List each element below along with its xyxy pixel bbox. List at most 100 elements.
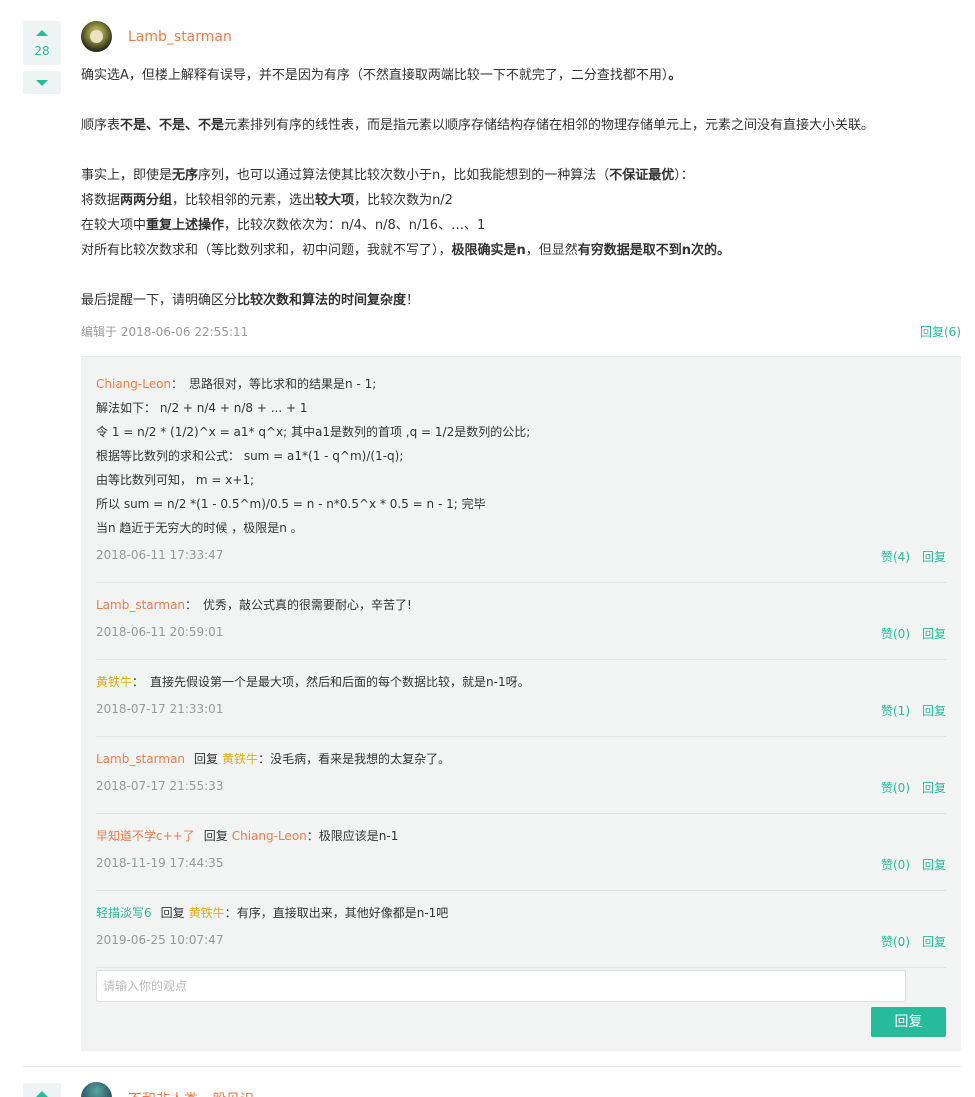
body-text: 将数据 (81, 193, 121, 208)
reply-input[interactable] (96, 970, 906, 1002)
body-text: 在较大项中 (81, 218, 147, 233)
answer-paragraph: 顺序表不是、不是、不是元素排列有序的线性表，而是指元素以顺序存储结构存储在相邻的… (81, 113, 961, 138)
reply-button[interactable]: 回复 (922, 779, 946, 796)
avatar[interactable] (81, 21, 112, 52)
reply-footer: 2018-06-11 17:33:47 赞(4) 回复 (96, 548, 946, 568)
like-button[interactable]: 赞(0) (881, 856, 910, 873)
answer-paragraph: 最后提醒一下，请明确区分比较次数和算法的时间复杂度！ (81, 288, 961, 313)
reply-username[interactable]: 早知道不学c++了 (96, 829, 195, 843)
body-text: 对所有比较次数求和（等比数列求和，初中问题，我就不写了）， (81, 243, 452, 258)
reply-footer: 2018-06-11 20:59:01 赞(0) 回复 (96, 625, 946, 645)
upvote-arrow-icon[interactable] (36, 1091, 48, 1097)
next-avatar[interactable] (81, 1082, 112, 1097)
reply-text: 没毛病，看来是我想的太复杂了。 (270, 752, 451, 766)
downvote-box[interactable] (23, 71, 61, 94)
emphasis-text: 重复上述操作 (146, 218, 225, 233)
reply-item: Chiang-Leon： 思路很对，等比求和的结果是n - 1; 解法如下： n/2… (96, 372, 946, 564)
reply-timestamp: 2018-06-11 20:59:01 (96, 625, 224, 639)
reply-line: 当n 趋近于无穷大的时候 ，极限是n 。 (96, 516, 946, 540)
reply-line: 黄铁牛： 直接先假设第一个是最大项，然后和后面的每个数据比较，就是n-1呀。 (96, 670, 946, 694)
colon: ： (132, 675, 145, 689)
reply-item: Lamb_starman： 优秀，敲公式真的很需要耐心，辛苦了! 2018-06-1… (96, 593, 946, 641)
reply-text: 当n 趋近于无穷大的时候 ，极限是n 。 (96, 521, 303, 535)
reply-text: 根据等比数列的求和公式： sum = a1*(1 - q^m)/(1-q); (96, 449, 404, 463)
answer-username[interactable]: Lamb_starman (128, 29, 232, 45)
emphasis-text: 较大项 (315, 193, 355, 208)
edit-timestamp: 编辑于 2018-06-06 22:55:11 (81, 325, 249, 339)
reply-divider (96, 890, 946, 891)
body-text: ！ (406, 293, 420, 308)
reply-text: 由等比数列可知， m = x+1; (96, 473, 255, 487)
answer-paragraph: 确实选A，但楼上解释有误导，并不是因为有序（不然直接取两端比较一下不就完了，二分… (81, 63, 961, 88)
next-answer-username[interactable]: 不和非人类一般见识 (128, 1089, 254, 1097)
body-text: ，但显然 (525, 243, 578, 258)
reply-text: 解法如下： n/2 + n/4 + n/8 + ... + 1 (96, 401, 308, 415)
like-button[interactable]: 赞(0) (881, 779, 910, 796)
like-button[interactable]: 赞(0) (881, 625, 910, 642)
body-text: 元素排列有序的线性表，而是指元素以顺序存储结构存储在相邻的物理存储单元上，元素之… (224, 118, 875, 133)
reply-count-link[interactable]: 回复(6) (920, 323, 961, 340)
reply-text: 直接先假设第一个是最大项，然后和后面的每个数据比较，就是n-1呀。 (150, 675, 530, 689)
answer-paragraph: 对所有比较次数求和（等比数列求和，初中问题，我就不写了），极限确实是n，但显然有… (81, 238, 961, 263)
reply-line: 由等比数列可知， m = x+1; (96, 468, 946, 492)
reply-target-username[interactable]: 黄铁牛 (222, 752, 258, 766)
emphasis-text: 两两分组 (120, 193, 173, 208)
reply-divider (96, 967, 946, 968)
reply-text: 有序，直接取出来，其他好像都是n-1吧 (236, 906, 449, 920)
reply-timestamp: 2019-06-25 10:07:47 (96, 933, 224, 947)
reply-button[interactable]: 回复 (922, 548, 946, 565)
downvote-arrow-icon[interactable] (36, 80, 48, 86)
reply-username[interactable]: Chiang-Leon (96, 377, 171, 391)
submit-reply-button[interactable]: 回复 (871, 1007, 946, 1037)
upvote-box[interactable]: 28 (23, 21, 61, 65)
reply-text: 思路很对，等比求和的结果是n - 1; (189, 377, 377, 391)
reply-username[interactable]: 黄铁牛 (96, 675, 132, 689)
reply-button[interactable]: 回复 (922, 933, 946, 950)
colon: ： (224, 906, 237, 920)
reply-button[interactable]: 回复 (922, 625, 946, 642)
reply-line: 解法如下： n/2 + n/4 + n/8 + ... + 1 (96, 396, 946, 420)
reply-line: 早知道不学c++了 回复 Chiang-Leon：极限应该是n-1 (96, 824, 946, 848)
vote-count: 28 (34, 44, 50, 58)
reply-line: 根据等比数列的求和公式： sum = a1*(1 - q^m)/(1-q); (96, 444, 946, 468)
next-upvote-box[interactable] (23, 1083, 61, 1097)
like-button[interactable]: 赞(0) (881, 933, 910, 950)
reply-footer: 2018-07-17 21:55:33 赞(0) 回复 (96, 779, 946, 799)
reply-line: Chiang-Leon： 思路很对，等比求和的结果是n - 1; (96, 372, 946, 396)
vote-widget: 28 (23, 21, 61, 94)
reply-line: 所以 sum = n/2 *(1 - 0.5^m)/0.5 = n - n*0.… (96, 492, 946, 516)
like-button[interactable]: 赞(1) (881, 702, 910, 719)
reply-timestamp: 2018-11-19 17:44:35 (96, 856, 224, 870)
reply-text: 优秀，敲公式真的很需要耐心，辛苦了! (203, 598, 412, 612)
reply-divider (96, 582, 946, 583)
emphasis-text: 不保证最优 (609, 168, 675, 183)
emphasis-text: 无序 (172, 168, 199, 183)
reply-target-username[interactable]: Chiang-Leon (232, 829, 307, 843)
upvote-arrow-icon[interactable] (36, 30, 48, 36)
reply-username[interactable]: Lamb_starman (96, 752, 185, 766)
replies-panel: 回复 Chiang-Leon：思路很对，等比求和的结果是n - 1;解法如下： … (81, 356, 961, 1051)
reply-line: 轻描淡写6 回复 黄铁牛：有序，直接取出来，其他好像都是n-1吧 (96, 901, 946, 925)
reply-line: Lamb_starman 回复 黄铁牛：没毛病，看来是我想的太复杂了。 (96, 747, 946, 771)
answer-paragraph: 在较大项中重复上述操作，比较次数依次为：n/4、n/8、n/16、…、1 (81, 213, 961, 238)
reply-target-username[interactable]: 黄铁牛 (189, 906, 225, 920)
emphasis-text: 不是、不是、不是 (120, 118, 225, 133)
reply-timestamp: 2018-07-17 21:55:33 (96, 779, 224, 793)
like-button[interactable]: 赞(4) (881, 548, 910, 565)
reply-username[interactable]: 轻描淡写6 (96, 906, 152, 920)
body-text: 确实选A，但楼上解释有误导，并不是因为有序（不然直接取两端比较一下不就完了，二分… (81, 68, 669, 83)
reply-button[interactable]: 回复 (922, 856, 946, 873)
reply-line: Lamb_starman： 优秀，敲公式真的很需要耐心，辛苦了! (96, 593, 946, 617)
colon: ： (171, 377, 184, 391)
reply-button[interactable]: 回复 (922, 702, 946, 719)
reply-line: 令 1 = n/2 * (1/2)^x = a1* q^x; 其中a1是数列的首… (96, 420, 946, 444)
reply-username[interactable]: Lamb_starman (96, 598, 185, 612)
body-text: ）： (674, 168, 694, 183)
body-text: 事实上，即使是 (81, 168, 173, 183)
body-text: 序列，也可以通过算法使其比较次数小于n，比如我能想到的一种算法（ (198, 168, 610, 183)
reply-item: 轻描淡写6 回复 黄铁牛：有序，直接取出来，其他好像都是n-1吧 2019-06-25… (96, 901, 946, 949)
emphasis-text: 。 (668, 68, 682, 83)
reply-footer: 2019-06-25 10:07:47 赞(0) 回复 (96, 933, 946, 953)
